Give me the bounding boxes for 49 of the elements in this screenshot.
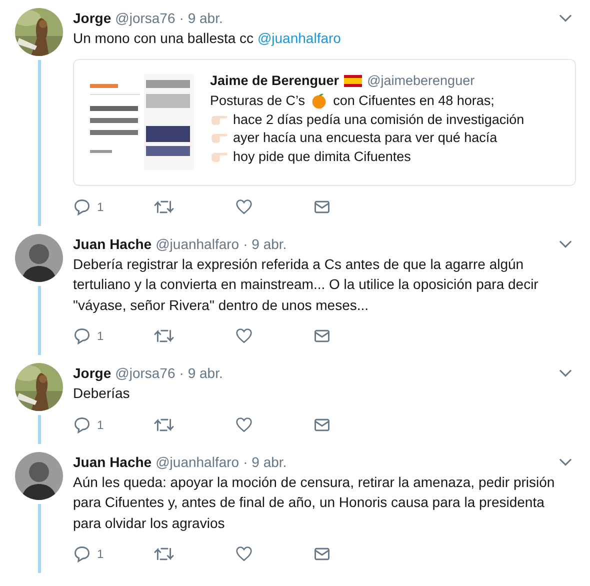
heart-icon[interactable] [235,198,253,216]
reply-icon[interactable] [73,327,91,345]
envelope-icon[interactable] [313,327,331,345]
reply-icon[interactable] [73,545,91,563]
chevron-down-icon[interactable] [559,240,572,248]
tweet-date[interactable]: · 9 abr. [243,454,287,470]
avatar [15,234,63,282]
tweet-text: Aún les queda: apoyar la moción de censura, retirar la amenaza, pedir prisión para Cifuentes y, antes de final de año, un Honoris causa para la presidenta para olvidar los agravios [73,474,555,530]
quoted-text: ayer hacía una encuesta para ver qué hacía [233,129,498,147]
mention-link[interactable]: @juanhalfaro [257,30,341,46]
tweet-date[interactable]: · 9 abr. [179,10,223,26]
user-name[interactable]: Juan Hache [73,454,152,470]
reply-button[interactable]: 1 [73,416,153,434]
quoted-text: con Cifuentes en 48 horas; [333,92,494,110]
user-name[interactable]: Jorge [73,10,112,26]
chevron-down-icon[interactable] [559,14,572,22]
reply-icon[interactable] [73,416,91,434]
flag-icon [344,74,362,87]
tweet-date[interactable]: · 9 abr. [179,365,223,381]
tweet-text: Debería registrar la expresión referida a Cs antes de que la agarre algún tertuliano y la convierta en mainstream... O la utilice la oposición para decir "váyase, señor Rivera" dentro de unos meses... [73,256,538,312]
quoted-author-handle: @jaimeberenguer [367,72,475,90]
citrus-fruit-icon [310,93,328,110]
user-name[interactable]: Juan Hache [73,236,152,252]
quoted-tweet[interactable]: Jaime de Berenguer @jaimeberenguer Posturas de C’s con Cifuentes en 48 horas; hace 2 días pedía una comisión de investigación ayer hacía una encuesta para ver qué hacía hoy pide que dimita Cifuentes [73,58,576,186]
user-handle[interactable]: @jorsa76 [115,365,176,381]
heart-icon[interactable] [235,416,253,434]
envelope-icon[interactable] [313,545,331,563]
heart-icon[interactable] [235,545,253,563]
heart-icon[interactable] [235,327,253,345]
avatar [15,452,63,500]
user-handle[interactable]: @juanhalfaro [156,236,240,252]
user-handle[interactable]: @jorsa76 [115,10,176,26]
user-name[interactable]: Jorge [73,365,112,381]
tweet-text: Deberías [73,385,130,401]
reply-button[interactable]: 1 [73,327,153,345]
reply-icon[interactable] [73,198,91,216]
tweet-date[interactable]: · 9 abr. [243,236,287,252]
quoted-text: hace 2 días pedía una comisión de investigación [233,110,524,129]
user-handle[interactable]: @juanhalfaro [156,454,240,470]
chevron-down-icon[interactable] [559,369,572,377]
reply-button[interactable]: 1 [73,545,153,563]
tweet-text: Un mono con una ballesta cc [73,30,254,46]
quoted-text: hoy pide que dimita Cifuentes [233,148,411,166]
chevron-down-icon[interactable] [559,458,572,466]
retweet-icon[interactable] [153,545,175,563]
quoted-text: Posturas de C’s [210,92,306,110]
quoted-author-name: Jaime de Berenguer [210,72,340,90]
reply-button[interactable]: 1 [73,198,153,216]
retweet-icon[interactable] [153,327,175,345]
